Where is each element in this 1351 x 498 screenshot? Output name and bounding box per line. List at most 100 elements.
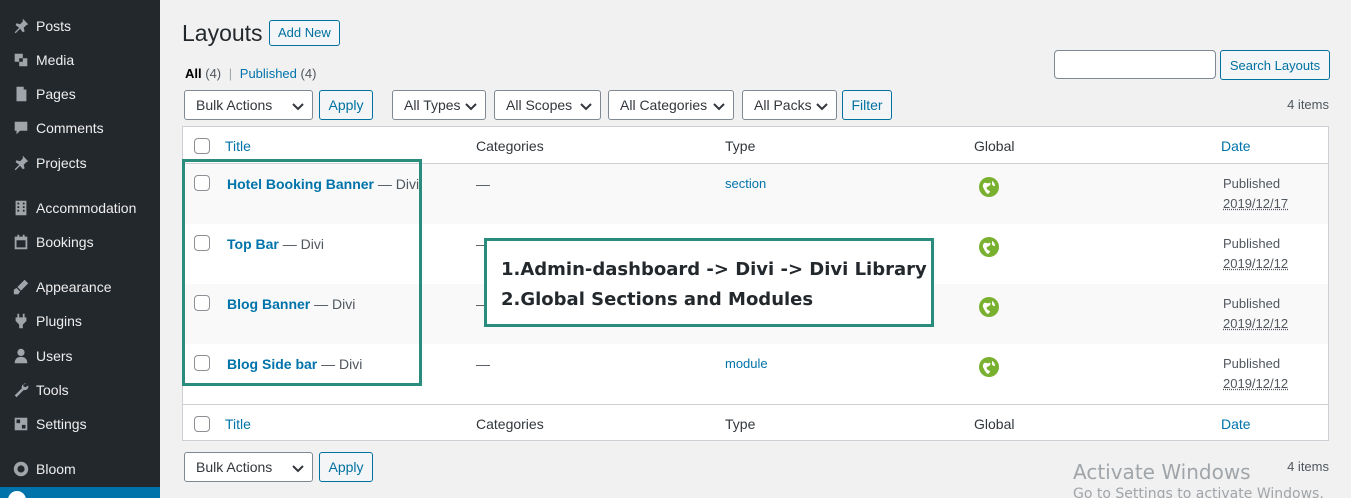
view-all-link[interactable]: All xyxy=(185,66,202,81)
column-categories-footer: Categories xyxy=(476,416,544,432)
media-icon xyxy=(0,51,36,69)
packs-value: All Packs xyxy=(754,97,812,113)
annotation-line-2: 2.Global Sections and Modules xyxy=(501,285,931,315)
sidebar-item-label: Projects xyxy=(36,155,87,171)
view-all-count: (4) xyxy=(205,66,221,81)
column-type-header: Type xyxy=(725,138,755,154)
sidebar-item-accommodation[interactable]: Accommodation xyxy=(0,191,160,225)
chevron-down-icon xyxy=(713,99,725,111)
sidebar-item-pages[interactable]: Pages xyxy=(0,77,160,111)
sidebar-item-label: Pages xyxy=(36,86,76,102)
select-all-checkbox[interactable] xyxy=(194,138,210,154)
row-date: Published 2019/12/12 xyxy=(1223,294,1288,334)
global-icon xyxy=(979,297,999,317)
view-separator: | xyxy=(229,66,232,81)
categories-value: All Categories xyxy=(620,97,707,113)
scopes-value: All Scopes xyxy=(506,97,572,113)
items-count: 4 items xyxy=(1287,97,1329,112)
pages-icon xyxy=(0,85,36,103)
column-title-footer[interactable]: Title xyxy=(225,416,251,432)
add-new-button[interactable]: Add New xyxy=(269,20,340,46)
sidebar-item-label: Bookings xyxy=(36,234,94,250)
global-icon xyxy=(979,177,999,197)
chevron-down-icon xyxy=(292,461,304,473)
row-date: Published 2019/12/12 xyxy=(1223,234,1288,274)
apply-button-bottom[interactable]: Apply xyxy=(319,452,373,482)
chevron-down-icon xyxy=(816,99,828,111)
sidebar-item-divi-active[interactable] xyxy=(0,487,160,498)
column-global-header: Global xyxy=(974,138,1014,154)
view-published-link[interactable]: Published xyxy=(240,66,297,81)
search-input[interactable] xyxy=(1054,50,1216,79)
column-date-header[interactable]: Date xyxy=(1221,138,1251,154)
sidebar-item-bloom[interactable]: Bloom xyxy=(0,452,160,486)
table-footer: Title Categories Type Global Date xyxy=(183,404,1328,441)
apply-button[interactable]: Apply xyxy=(319,90,373,120)
items-count-bottom: 4 items xyxy=(1287,459,1329,474)
row-type-link[interactable]: module xyxy=(725,356,768,371)
chevron-down-icon xyxy=(292,99,304,111)
brush-icon xyxy=(0,278,36,296)
sidebar-item-settings[interactable]: Settings xyxy=(0,407,160,441)
activate-windows-watermark: Activate Windows xyxy=(1073,460,1251,484)
pin-icon xyxy=(0,154,36,172)
row-status: Published xyxy=(1223,176,1280,191)
select-all-checkbox-footer[interactable] xyxy=(194,416,210,432)
search-layouts-button[interactable]: Search Layouts xyxy=(1220,50,1330,80)
sidebar-item-label: Posts xyxy=(36,18,71,34)
row-status: Published xyxy=(1223,236,1280,251)
sidebar-item-tools[interactable]: Tools xyxy=(0,373,160,407)
scopes-select[interactable]: All Scopes xyxy=(494,90,601,120)
wrench-icon xyxy=(0,381,36,399)
pin-icon xyxy=(0,17,36,35)
bulk-actions-value: Bulk Actions xyxy=(196,459,272,475)
column-title-header[interactable]: Title xyxy=(225,138,251,154)
row-type-link[interactable]: section xyxy=(725,176,766,191)
admin-sidebar: Posts Media Pages Comments Projects Acco… xyxy=(0,0,160,498)
page-title: Layouts xyxy=(182,20,263,47)
column-global-footer: Global xyxy=(974,416,1014,432)
column-date-footer[interactable]: Date xyxy=(1221,416,1251,432)
column-categories-header: Categories xyxy=(476,138,544,154)
sidebar-item-label: Tools xyxy=(36,382,69,398)
activate-windows-subtext: Go to Settings to activate Windows. xyxy=(1073,486,1324,498)
sidebar-item-label: Users xyxy=(36,348,73,364)
global-icon xyxy=(979,357,999,377)
annotation-line-1: 1.Admin-dashboard -> Divi -> Divi Librar… xyxy=(501,255,931,285)
sidebar-item-label: Comments xyxy=(36,120,104,136)
row-date-value: 2019/12/12 xyxy=(1223,376,1288,391)
sidebar-item-plugins[interactable]: Plugins xyxy=(0,304,160,338)
sidebar-item-media[interactable]: Media xyxy=(0,43,160,77)
annotation-highlight-box xyxy=(182,159,422,386)
comment-icon xyxy=(0,119,36,137)
row-date-value: 2019/12/12 xyxy=(1223,316,1288,331)
view-filters: All (4) | Published (4) xyxy=(185,66,316,81)
sidebar-item-projects[interactable]: Projects xyxy=(0,146,160,180)
packs-select[interactable]: All Packs xyxy=(742,90,837,120)
sidebar-item-posts[interactable]: Posts xyxy=(0,9,160,43)
sidebar-item-label: Plugins xyxy=(36,313,82,329)
row-date: Published 2019/12/17 xyxy=(1223,174,1288,214)
column-type-footer: Type xyxy=(725,416,755,432)
row-date-value: 2019/12/12 xyxy=(1223,256,1288,271)
plugin-icon xyxy=(0,312,36,330)
annotation-callout: 1.Admin-dashboard -> Divi -> Divi Librar… xyxy=(484,238,934,327)
row-categories: — xyxy=(476,356,490,372)
bulk-actions-value: Bulk Actions xyxy=(196,97,272,113)
row-status: Published xyxy=(1223,356,1280,371)
chevron-down-icon xyxy=(465,99,477,111)
global-icon xyxy=(979,237,999,257)
filter-button[interactable]: Filter xyxy=(842,90,892,120)
sidebar-item-comments[interactable]: Comments xyxy=(0,111,160,145)
sidebar-item-users[interactable]: Users xyxy=(0,339,160,373)
bloom-icon xyxy=(0,460,36,478)
categories-select[interactable]: All Categories xyxy=(608,90,734,120)
types-select[interactable]: All Types xyxy=(392,90,486,120)
bulk-actions-select[interactable]: Bulk Actions xyxy=(184,90,313,120)
row-categories: — xyxy=(476,176,490,192)
row-date-value: 2019/12/17 xyxy=(1223,196,1288,211)
sidebar-item-bookings[interactable]: Bookings xyxy=(0,225,160,259)
sidebar-item-label: Accommodation xyxy=(36,200,136,216)
bulk-actions-select-bottom[interactable]: Bulk Actions xyxy=(184,452,313,482)
sidebar-item-appearance[interactable]: Appearance xyxy=(0,270,160,304)
